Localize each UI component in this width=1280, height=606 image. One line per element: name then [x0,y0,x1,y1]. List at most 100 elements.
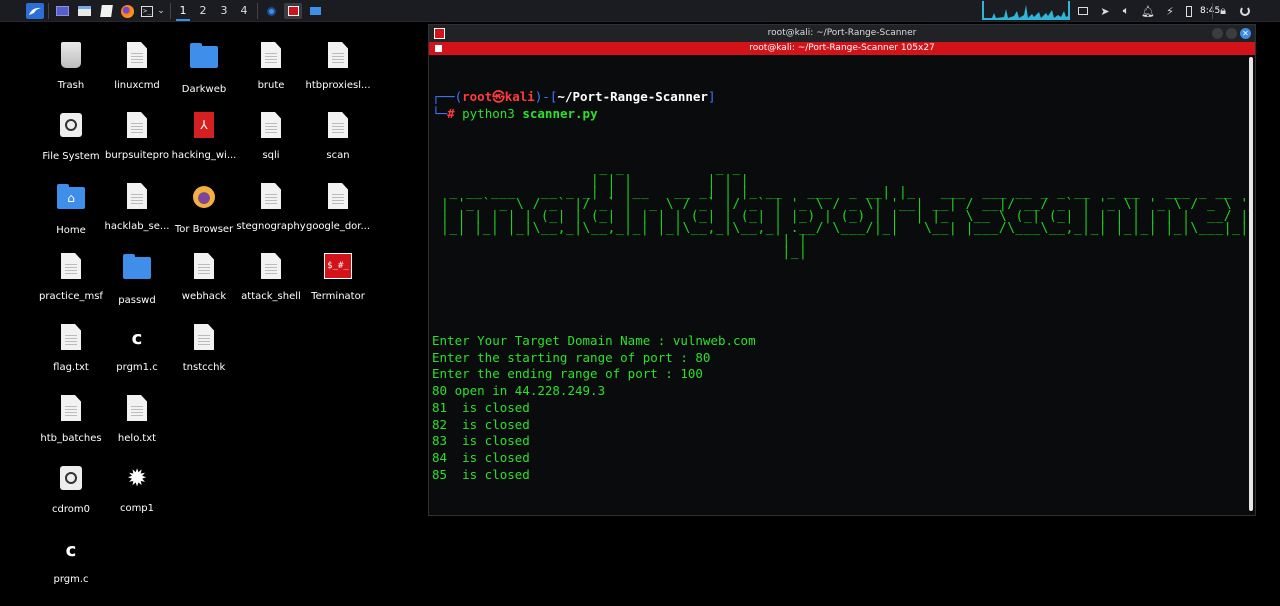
tab-title: root@kali: ~/Port-Range-Scanner 105x27 [749,43,935,53]
output-line: 81 is closed [432,399,530,415]
desktop-icon-label: practice_msf [39,291,103,302]
desktop-icon-burpsuitepro[interactable]: burpsuitepro [102,108,172,161]
desktop-icon-cdrom0[interactable]: cdrom0 [36,461,106,515]
terminal-titlebar[interactable]: root@kali: ~/Port-Range-Scanner ✕ [429,25,1255,42]
prompt-at: ㉿ [492,89,505,104]
desktop-icon-hacking-wi[interactable]: ⅄ hacking_wi... [169,108,239,161]
kali-menu-icon[interactable] [26,3,44,19]
display-icon[interactable] [1076,3,1090,19]
prompt-user: root [462,89,493,104]
desktop-icon-htb-batches[interactable]: htb_batches [36,391,106,444]
desktop-icon-label: Terminator [311,291,365,302]
logout-power-icon[interactable] [1238,3,1252,19]
document-icon [323,42,353,76]
desktop-icon-label: htbproxiesl... [305,80,371,91]
maximize-button[interactable] [1226,28,1237,39]
desktop-icon-prgm-c[interactable]: c prgm.c [36,532,106,585]
desktop-icon-tor-browser[interactable]: Tor Browser [169,179,239,235]
document-icon [189,253,219,287]
lock-icon[interactable]: 🔒︎ [1216,3,1230,19]
desktop-icon-label: passwd [118,295,156,306]
desktop-icon-hacklab-se[interactable]: hacklab_se... [102,179,172,232]
pdf-icon: ⅄ [189,112,219,146]
desktop-icon-webhack[interactable]: webhack [169,249,239,302]
taskbar-terminator-icon[interactable] [284,3,302,19]
firefox-icon[interactable] [119,3,135,19]
desktop-icon-home[interactable]: ⌂ Home [36,179,106,236]
desktop-icon-label: hacking_wi... [171,150,237,161]
desktop-icon-stegnography[interactable]: stegnography [236,179,306,232]
desktop-icon-htbproxiesl[interactable]: htbproxiesl... [303,38,373,91]
minimize-button[interactable] [1212,28,1223,39]
desktop-icon-label: sqli [262,150,280,161]
document-icon [323,183,353,217]
desktop-icon-scan[interactable]: scan [303,108,373,161]
telegram-icon[interactable]: ➤ [1098,3,1112,19]
document-icon [56,324,86,358]
desktop-icon-darkweb[interactable]: Darkweb [169,38,239,95]
desktop-icon-linuxcmd[interactable]: linuxcmd [102,38,172,91]
desktop-icon-label: prgm1.c [116,362,158,373]
desktop-icon-file-system[interactable]: File System [36,108,106,162]
desktop-icon-practice-msf[interactable]: practice_msf [36,249,106,302]
close-button[interactable]: ✕ [1240,28,1251,39]
desktop-icon-attack-shell[interactable]: attack_shell [236,249,306,302]
document-icon [122,183,152,217]
command-argument: scanner.py [522,106,598,121]
desktop-icon-label: hacklab_se... [104,221,170,232]
document-icon [256,183,286,217]
desktop-icon-passwd[interactable]: passwd [102,249,172,306]
notification-bell-icon[interactable]: 🔔︎ [1141,3,1155,19]
desktop-icon-google-dor[interactable]: google_dor... [303,179,373,232]
desktop-icon-label: htb_batches [40,433,102,444]
desktop-icon-label: Trash [57,80,85,91]
terminal-output[interactable]: ┌──(root㉿kali)-[~/Port-Range-Scanner] └─… [429,55,1249,515]
ascii-banner: _ _ _ _ | | | | | | _ __ ___ __ _ _| | |… [441,162,1249,259]
terminal-scrollbar[interactable] [1249,57,1253,511]
output-line: 80 open in 44.228.249.3 [432,383,606,399]
c-source-icon: c [131,328,143,349]
terminal-tab-bar[interactable]: root@kali: ~/Port-Range-Scanner 105x27 [429,42,1255,55]
workspace-3[interactable]: 3 [217,3,231,19]
terminal-launcher-icon[interactable]: >_ [140,3,154,19]
text-editor-icon[interactable] [98,3,114,19]
launcher-chevron-down-icon[interactable]: ⌄ [156,3,166,19]
desktop-icon-comp1[interactable]: ✹ comp1 [102,461,172,514]
desktop-icon-terminator[interactable]: $_#_ Terminator [303,249,373,302]
command-line: └─# python3 scanner.py [432,106,598,121]
workspace-1[interactable]: 1 [176,3,190,21]
document-icon [122,112,152,146]
document-icon [56,253,86,287]
document-icon [256,253,286,287]
volume-icon[interactable]: 🔈︎ [1119,3,1133,19]
desktop-icon-sqli[interactable]: sqli [236,108,306,161]
desktop-icon-tnstcchk[interactable]: tnstcchk [169,320,239,373]
desktop-icon-helo-txt[interactable]: helo.txt [102,391,172,444]
desktop-icon-brute[interactable]: brute [236,38,306,91]
top-panel: >_ ⌄ 1 2 3 4 ➤ 🔈︎ 🔔︎ ⚡︎ 8:45 🔒︎ [0,0,1280,22]
taskbar-folder-icon[interactable] [308,3,322,19]
power-icon[interactable]: ⚡︎ [1163,3,1177,19]
workspace-4[interactable]: 4 [237,3,251,19]
desktop-icon-label: tnstcchk [182,362,226,373]
desktop-icon-flag-txt[interactable]: flag.txt [36,320,106,373]
panel-separator [1212,3,1213,19]
desktop-icon-trash[interactable]: Trash [36,38,106,91]
panel-separator [170,3,171,19]
document-icon [122,395,152,429]
window-title: root@kali: ~/Port-Range-Scanner [767,28,917,38]
file-manager-icon[interactable] [76,3,92,19]
output-line: Enter the starting range of port : 80 [432,349,711,365]
desktop-icon-prgm1-c[interactable]: c prgm1.c [102,320,172,373]
terminal-window[interactable]: root@kali: ~/Port-Range-Scanner ✕ root@k… [428,24,1256,516]
battery-icon[interactable] [1182,3,1196,19]
output-line: 85 is closed [432,466,530,482]
show-desktop-icon[interactable] [54,3,70,19]
desktop-icon-label: helo.txt [117,433,157,444]
workspace-2[interactable]: 2 [196,3,210,19]
tor-browser-icon [189,186,219,220]
folder-icon [122,254,152,291]
taskbar-app-icon[interactable] [264,3,278,19]
terminator-app-icon [434,28,445,39]
desktop-icon-label: google_dor... [305,221,371,232]
